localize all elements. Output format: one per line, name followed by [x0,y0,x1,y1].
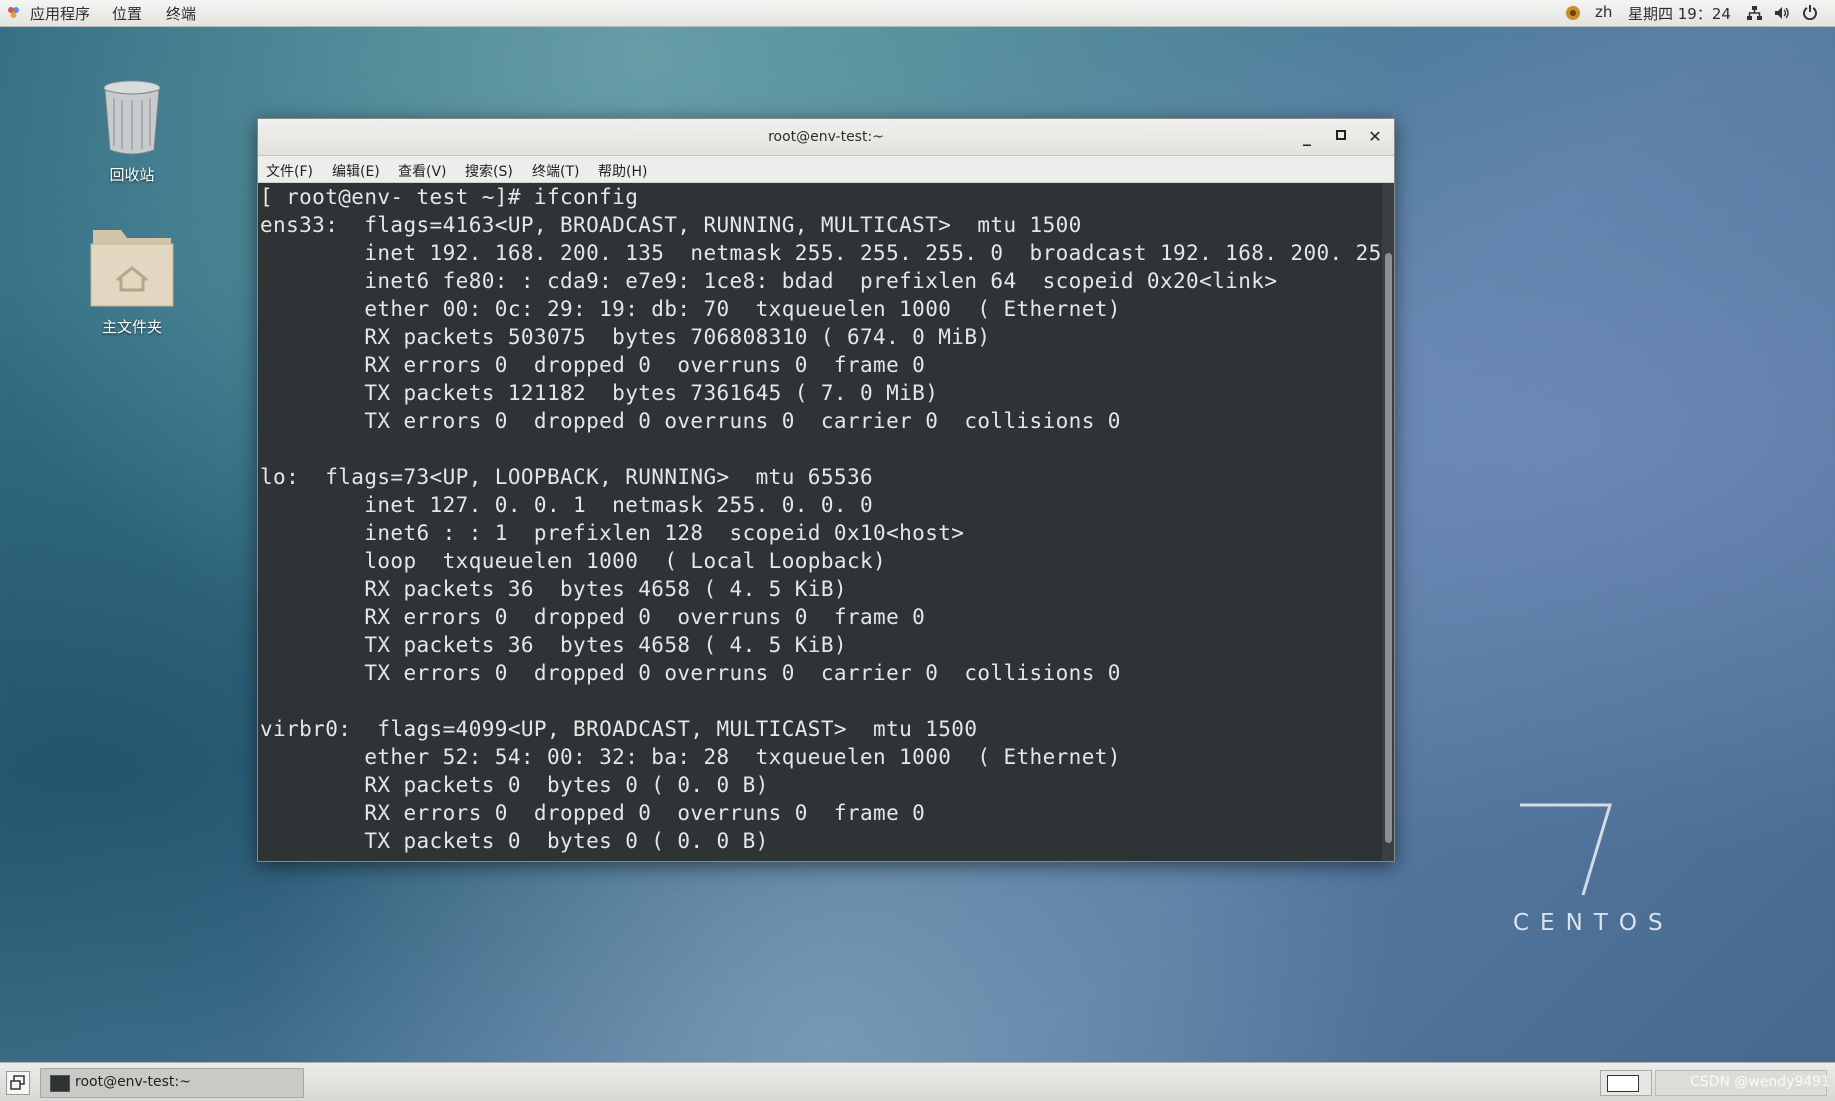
terminal-scrollbar[interactable] [1382,183,1394,861]
home-desktop-icon[interactable]: 主文件夹 [67,222,197,337]
centos-wordmark: CENTOS [1513,910,1674,936]
applications-menu[interactable]: 应用程序 [30,3,90,24]
taskbar-terminal-item[interactable]: root@env-test:~ [40,1068,304,1098]
menu-terminal[interactable]: 终端(T) [532,161,579,181]
maximize-button[interactable] [1328,119,1354,155]
menu-edit[interactable]: 编辑(E) [332,161,380,181]
input-method-icon[interactable] [1565,5,1581,21]
window-menubar: 文件(F) 编辑(E) 查看(V) 搜索(S) 终端(T) 帮助(H) [258,156,1394,183]
watermark: CSDN @wendy9491 [1690,1074,1831,1090]
home-folder-icon [90,230,174,307]
menu-view[interactable]: 查看(V) [398,161,447,181]
language-indicator[interactable]: zh [1595,3,1612,21]
network-icon[interactable] [1746,5,1762,21]
scrollbar-thumb[interactable] [1385,253,1392,843]
window-titlebar[interactable]: root@env-test:~ _ ✕ [258,119,1394,156]
places-menu[interactable]: 位置 [112,3,142,24]
trash-desktop-icon[interactable]: 回收站 [67,78,197,185]
taskbar-item-label: root@env-test:~ [75,1074,191,1090]
terminal-output-area[interactable]: [ root@env- test ~]# ifconfig ens33: fla… [258,183,1382,861]
terminal-icon [50,1075,70,1092]
terminal-menu[interactable]: 终端 [166,3,196,24]
applications-icon [8,7,19,18]
bottom-panel: root@env-test:~ CSDN @wendy9491 [0,1062,1835,1101]
clock[interactable]: 星期四 19：24 [1628,3,1731,24]
minimize-button[interactable]: _ [1294,119,1320,155]
workspace-switcher-1[interactable] [1600,1070,1652,1096]
window-title: root@env-test:~ [768,129,884,145]
home-label: 主文件夹 [101,318,162,336]
menu-help[interactable]: 帮助(H) [598,161,647,181]
close-button[interactable]: ✕ [1362,119,1388,155]
menu-search[interactable]: 搜索(S) [465,161,513,181]
terminal-text: [ root@env- test ~]# ifconfig ens33: fla… [260,185,1382,853]
trash-label: 回收站 [109,166,155,184]
volume-icon[interactable] [1774,5,1790,21]
power-icon[interactable] [1802,4,1818,20]
trash-icon [103,80,161,155]
menu-file[interactable]: 文件(F) [266,161,313,181]
show-desktop-button[interactable] [6,1071,30,1095]
top-panel: 应用程序 位置 终端 zh 星期四 19：24 [0,0,1835,27]
maximize-icon [1336,130,1346,140]
centos-7-logo [1520,803,1613,896]
terminal-window[interactable]: root@env-test:~ _ ✕ 文件(F) 编辑(E) 查看(V) 搜索… [257,118,1395,862]
show-desktop-icon [10,1075,25,1090]
workspace-thumbnail [1607,1075,1639,1092]
